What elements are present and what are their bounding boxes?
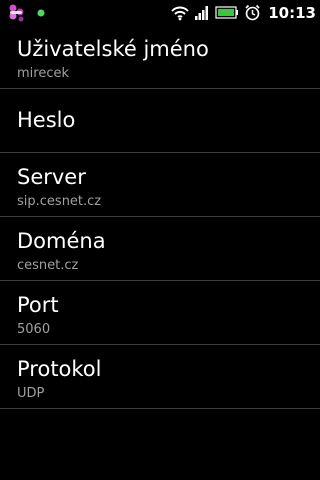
notification-dot-icon — [37, 9, 45, 17]
alarm-icon — [244, 4, 261, 21]
pref-password[interactable]: Heslo — [0, 89, 320, 153]
pref-title: Heslo — [17, 108, 76, 132]
pref-server[interactable]: Server sip.cesnet.cz — [0, 153, 320, 217]
preference-list: Uživatelské jméno mirecek Heslo Server s… — [0, 25, 320, 409]
pref-title: Uživatelské jméno — [17, 37, 209, 61]
pref-title: Doména — [17, 229, 106, 253]
pref-title: Server — [17, 165, 86, 189]
pref-summary: 5060 — [17, 322, 51, 337]
status-clock: 10:13 — [268, 3, 316, 22]
status-bar: 10:13 — [0, 0, 320, 25]
pref-summary: sip.cesnet.cz — [17, 194, 102, 209]
pref-domain[interactable]: Doména cesnet.cz — [0, 217, 320, 281]
pref-summary: cesnet.cz — [17, 258, 79, 273]
app-notification-icon[interactable] — [6, 3, 28, 23]
pref-summary: UDP — [17, 386, 45, 401]
pref-protocol[interactable]: Protokol UDP — [0, 345, 320, 409]
pref-title: Port — [17, 293, 59, 317]
signal-icon — [194, 5, 210, 20]
wifi-icon — [171, 5, 189, 21]
battery-icon — [215, 6, 239, 19]
pref-username[interactable]: Uživatelské jméno mirecek — [0, 25, 320, 89]
pref-title: Protokol — [17, 357, 102, 381]
pref-port[interactable]: Port 5060 — [0, 281, 320, 345]
pref-summary: mirecek — [17, 66, 70, 81]
